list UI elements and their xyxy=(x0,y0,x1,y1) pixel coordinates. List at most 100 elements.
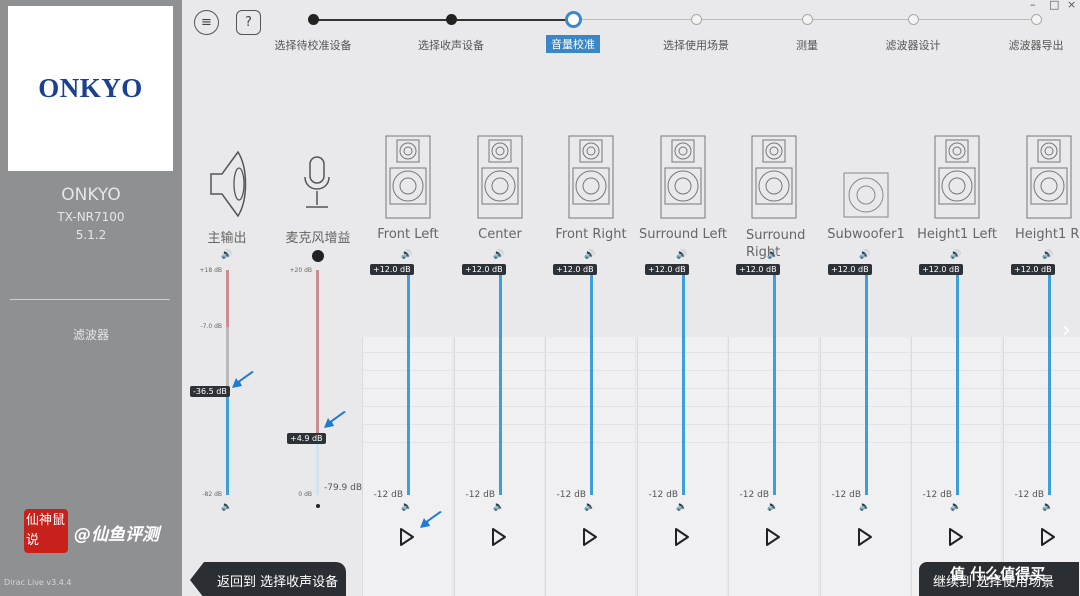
sidebar: ONKYO ONKYO TX-NR7100 5.1.2 滤波器 仙神鼠说 @仙鱼… xyxy=(0,0,182,596)
step-6-label[interactable]: 滤波器设计 xyxy=(886,37,941,53)
step-5-label[interactable]: 测量 xyxy=(796,37,818,53)
master-volume-value[interactable]: -36.5 dB xyxy=(190,386,230,397)
play-test-tone-icon[interactable] xyxy=(399,527,415,547)
play-test-tone-icon[interactable] xyxy=(491,527,507,547)
mic-indicator-dot xyxy=(312,250,324,262)
step-2-dot[interactable] xyxy=(446,14,457,25)
step-6-dot[interactable] xyxy=(908,14,919,25)
volume-icon: 🔊 xyxy=(767,250,779,260)
channel-level-track[interactable] xyxy=(1048,268,1051,495)
step-1-label[interactable]: 选择待校准设备 xyxy=(275,37,352,53)
channel-level-track[interactable] xyxy=(773,268,776,495)
master-mark-label: -7.0 dB xyxy=(200,323,222,330)
step-4-label[interactable]: 选择使用场景 xyxy=(663,37,729,53)
corner-watermark: 值 什么值得买 xyxy=(950,565,1046,583)
channel-level-track[interactable] xyxy=(682,268,685,495)
channel-min-label: -12 dB xyxy=(739,490,769,500)
device-model: TX-NR7100 xyxy=(57,210,125,224)
step-3-label[interactable]: 音量校准 xyxy=(546,35,600,53)
menu-button[interactable]: ≡ xyxy=(194,10,219,35)
master-output-label: 主输出 xyxy=(207,231,247,246)
play-test-tone-icon[interactable] xyxy=(857,527,873,547)
channel-level-track[interactable] xyxy=(956,268,959,495)
back-button[interactable]: 返回到 选择收声设备 xyxy=(190,562,346,596)
mute-icon: 🔈 xyxy=(221,502,233,512)
speaker-icon xyxy=(660,135,706,219)
annotation-arrow-icon xyxy=(232,371,254,388)
channel-level-value[interactable]: +12.0 dB xyxy=(370,264,414,275)
step-4-dot[interactable] xyxy=(691,14,702,25)
channel-level-value[interactable]: +12.0 dB xyxy=(645,264,689,275)
play-test-tone-icon[interactable] xyxy=(948,527,964,547)
volume-icon: 🔊 xyxy=(221,250,233,260)
master-min-label: -82 dB xyxy=(202,491,222,498)
volume-icon: 🔊 xyxy=(584,250,596,260)
play-test-tone-icon[interactable] xyxy=(1040,527,1056,547)
scroll-right-arrow[interactable]: › xyxy=(1062,318,1071,343)
mute-icon: 🔈 xyxy=(676,502,688,512)
channel-label: Front Left xyxy=(377,227,439,242)
play-test-tone-icon[interactable] xyxy=(582,527,598,547)
channel-min-label: -12 dB xyxy=(465,490,495,500)
help-button[interactable]: ? xyxy=(236,10,261,35)
volume-icon: 🔊 xyxy=(950,250,962,260)
channel-level-value[interactable]: +12.0 dB xyxy=(919,264,963,275)
channel-label: Height1 Right xyxy=(1015,227,1080,242)
channel-level-value[interactable]: +12.0 dB xyxy=(462,264,506,275)
speaker-icon xyxy=(568,135,614,219)
column-stripe xyxy=(1004,442,1080,443)
volume-icon: 🔊 xyxy=(493,250,505,260)
channel-level-value[interactable]: +12.0 dB xyxy=(553,264,597,275)
maximize-button[interactable]: □ xyxy=(1049,0,1059,11)
channel-min-label: -12 dB xyxy=(1014,490,1044,500)
column-stripe xyxy=(1004,406,1080,407)
volume-icon: 🔊 xyxy=(859,250,871,260)
speaker-icon xyxy=(477,135,523,219)
channel-min-label: -12 dB xyxy=(922,490,952,500)
mic-gain-value[interactable]: +4.9 dB xyxy=(287,433,326,444)
step-2-label[interactable]: 选择收声设备 xyxy=(418,37,484,53)
master-track-red xyxy=(226,270,229,327)
channel-label: Height1 Left xyxy=(917,227,997,242)
main-panel: ≡ ? – □ × 选择待校准设备 选择收声设备 音量校准 选择使用场景 测量 滤波器设计… xyxy=(182,0,1080,596)
mic-level-reading: -79.9 dB xyxy=(324,483,363,493)
master-track-blue xyxy=(226,391,229,495)
step-3-dot[interactable] xyxy=(565,11,582,28)
volume-icon: 🔊 xyxy=(401,250,413,260)
channel-level-value[interactable]: +12.0 dB xyxy=(1011,264,1055,275)
device-channels: 5.1.2 xyxy=(75,228,107,242)
channel-level-value[interactable]: +12.0 dB xyxy=(736,264,780,275)
play-test-tone-icon[interactable] xyxy=(674,527,690,547)
channel-level-track[interactable] xyxy=(499,268,502,495)
channel-level-track[interactable] xyxy=(865,268,868,495)
step-7-dot[interactable] xyxy=(1031,14,1042,25)
brand-logo: ONKYO xyxy=(8,6,173,171)
close-button[interactable]: × xyxy=(1067,0,1076,11)
stepper-line-done xyxy=(313,19,573,21)
mute-icon: 🔈 xyxy=(767,502,779,512)
channel-level-track[interactable] xyxy=(590,268,593,495)
volume-icon: 🔊 xyxy=(1042,250,1054,260)
column-stripe xyxy=(1004,370,1080,371)
annotation-arrow-icon xyxy=(324,411,346,428)
mic-level-dot xyxy=(316,504,320,508)
mic-track-red xyxy=(316,270,319,438)
master-track-gray xyxy=(226,327,229,391)
channel-label: Front Right xyxy=(555,227,627,242)
minimize-button[interactable]: – xyxy=(1030,0,1036,11)
channel-level-value[interactable]: +12.0 dB xyxy=(828,264,872,275)
step-5-dot[interactable] xyxy=(802,14,813,25)
step-1-dot[interactable] xyxy=(308,14,319,25)
channel-label: Surround Left xyxy=(639,227,727,242)
speaker-icon xyxy=(751,135,797,219)
sidebar-item-filter[interactable]: 滤波器 xyxy=(0,326,182,343)
mic-gain-label: 麦克风增益 xyxy=(285,231,351,246)
mic-min-label: 0 dB xyxy=(298,491,312,498)
microphone-icon xyxy=(304,156,330,208)
step-7-label[interactable]: 滤波器导出 xyxy=(1009,37,1064,53)
play-test-tone-icon[interactable] xyxy=(765,527,781,547)
channel-min-label: -12 dB xyxy=(648,490,678,500)
mute-icon: 🔈 xyxy=(859,502,871,512)
channel-level-track[interactable] xyxy=(407,268,410,495)
volume-icon: 🔊 xyxy=(676,250,688,260)
